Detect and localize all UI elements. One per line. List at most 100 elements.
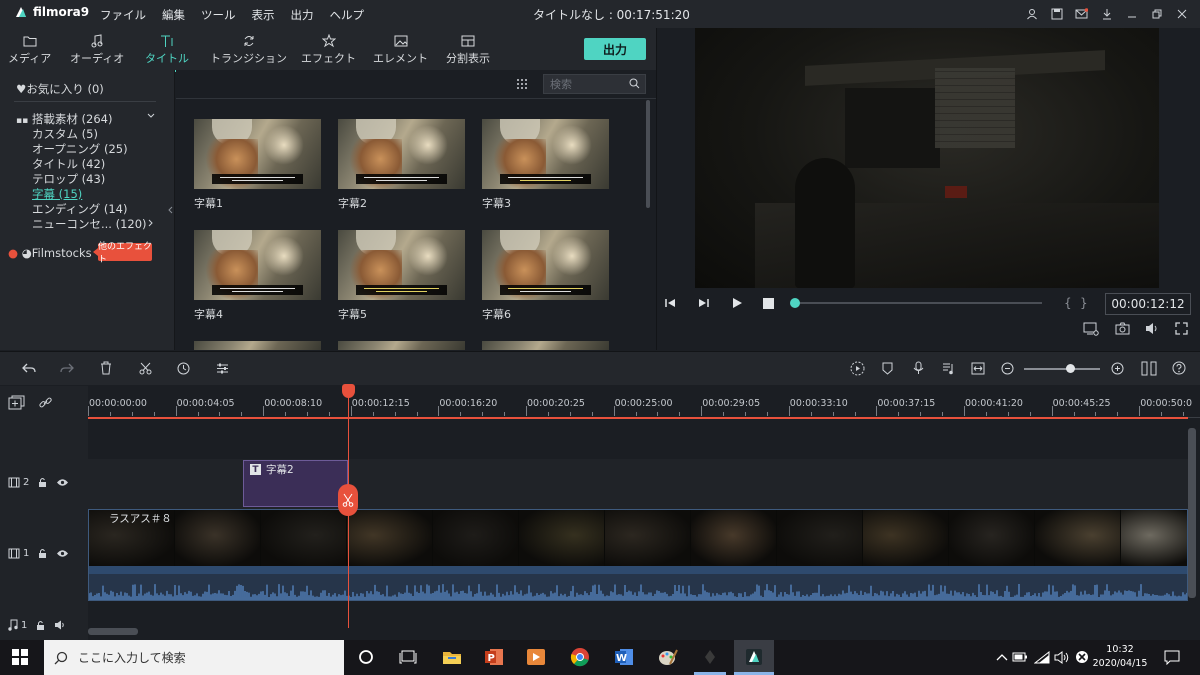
play-icon[interactable] xyxy=(731,297,743,309)
menu-help[interactable]: ヘルプ xyxy=(330,7,365,23)
render-preview-icon[interactable] xyxy=(850,361,865,376)
preview-seek-handle[interactable] xyxy=(790,298,800,308)
thumbnail-subtitle-3[interactable] xyxy=(482,119,609,189)
add-track-icon[interactable] xyxy=(8,395,25,410)
sidebar-item-ending[interactable]: エンディング (14) xyxy=(32,201,127,217)
task-view-icon[interactable] xyxy=(396,646,420,668)
speaker-icon[interactable] xyxy=(54,620,66,630)
mark-out-icon[interactable]: } xyxy=(1080,296,1088,310)
zoom-in-icon[interactable] xyxy=(1111,362,1124,375)
timeline-vertical-scrollbar[interactable] xyxy=(1188,428,1196,598)
chevron-right-icon[interactable] xyxy=(146,218,156,228)
menu-export[interactable]: 出力 xyxy=(291,7,314,23)
powerpoint-icon[interactable]: P xyxy=(482,646,506,668)
sidebar-item-new-concept[interactable]: ニューコンセ... (120) xyxy=(32,216,147,232)
zoom-slider-handle[interactable] xyxy=(1066,364,1075,373)
zoom-out-icon[interactable] xyxy=(1001,362,1014,375)
thumbnail-subtitle-6[interactable] xyxy=(482,230,609,300)
tab-media[interactable]: メディア xyxy=(8,32,51,66)
sidebar-item-subtitles[interactable]: 字幕 (15) xyxy=(32,186,82,202)
close-icon[interactable] xyxy=(1169,4,1194,24)
mail-icon[interactable] xyxy=(1069,4,1094,24)
step-back-icon[interactable] xyxy=(664,297,676,309)
split-scissors-icon[interactable] xyxy=(338,484,358,516)
sidebar-builtin[interactable]: ▪▪ 搭載素材 (264) xyxy=(16,111,112,127)
thumbnail-subtitle-2[interactable] xyxy=(338,119,465,189)
step-forward-icon[interactable] xyxy=(698,297,710,309)
grid-view-icon[interactable] xyxy=(516,78,528,90)
more-effects-badge[interactable]: 他のエフェクト xyxy=(93,242,152,265)
search-icon[interactable] xyxy=(629,78,640,89)
thumbnail-subtitle-1[interactable] xyxy=(194,119,321,189)
tab-audio[interactable]: オーディオ xyxy=(70,32,124,66)
battery-icon[interactable] xyxy=(1008,646,1032,668)
zoom-slider[interactable] xyxy=(1024,368,1100,370)
timeline-horizontal-scrollbar[interactable] xyxy=(88,628,138,635)
undo-icon[interactable] xyxy=(22,362,36,374)
cut-icon[interactable] xyxy=(139,362,152,375)
tab-transitions[interactable]: トランジション xyxy=(210,32,287,66)
menu-view[interactable]: 表示 xyxy=(252,7,275,23)
playhead-handle[interactable] xyxy=(342,384,355,398)
delete-icon[interactable] xyxy=(100,361,112,375)
title-clip[interactable]: T 字幕2 xyxy=(243,460,348,507)
speed-clock-icon[interactable] xyxy=(177,362,190,375)
sidebar-favorites[interactable]: ♥お気に入り (0) xyxy=(16,81,104,97)
tab-split-screen[interactable]: 分割表示 xyxy=(446,32,490,66)
cortana-icon[interactable] xyxy=(354,646,378,668)
sidebar-item-title[interactable]: タイトル (42) xyxy=(32,156,105,172)
sidebar-item-opening[interactable]: オープニング (25) xyxy=(32,141,128,157)
tab-effects[interactable]: エフェクト xyxy=(301,32,356,66)
marker-icon[interactable] xyxy=(882,362,893,375)
taskbar-clock[interactable]: 10:32 2020/04/15 xyxy=(1090,643,1150,671)
file-explorer-icon[interactable] xyxy=(440,646,464,668)
export-button[interactable]: 出力 xyxy=(584,38,646,60)
fit-timeline-icon[interactable] xyxy=(971,362,985,375)
sidebar-filmstocks[interactable]: ● ◕Filmstocks xyxy=(8,246,92,260)
display-settings-icon[interactable] xyxy=(1083,322,1099,336)
thumbnail-subtitle-5[interactable] xyxy=(338,230,465,300)
download-icon[interactable] xyxy=(1094,4,1119,24)
save-icon[interactable] xyxy=(1044,4,1069,24)
sidebar-item-telop[interactable]: テロップ (43) xyxy=(32,171,105,187)
chevron-down-icon[interactable] xyxy=(146,111,156,121)
redo-icon[interactable] xyxy=(60,362,74,374)
eye-icon[interactable] xyxy=(56,549,69,558)
collapse-arrow-icon[interactable] xyxy=(168,206,173,214)
lock-icon[interactable] xyxy=(38,548,47,559)
word-icon[interactable]: W xyxy=(612,646,636,668)
video-player-icon[interactable] xyxy=(524,646,548,668)
microphone-icon[interactable] xyxy=(913,361,924,375)
help-icon[interactable] xyxy=(1172,361,1186,375)
filmora-taskbar-icon[interactable] xyxy=(742,646,766,668)
menu-edit[interactable]: 編集 xyxy=(162,7,185,23)
thumbnail-subtitle-4[interactable] xyxy=(194,230,321,300)
adjust-icon[interactable] xyxy=(216,362,229,375)
mark-in-icon[interactable]: { xyxy=(1064,296,1072,310)
audio-mixer-icon[interactable] xyxy=(942,362,955,375)
pause-bars-icon[interactable] xyxy=(1141,361,1157,376)
paint-icon[interactable] xyxy=(656,646,680,668)
stop-icon[interactable] xyxy=(763,298,774,309)
windows-start-icon[interactable] xyxy=(8,646,32,668)
taskbar-search-input[interactable]: ここに入力して検索 xyxy=(44,640,344,675)
search-input[interactable]: 検索 xyxy=(543,74,646,94)
lock-icon[interactable] xyxy=(38,477,47,488)
eye-icon[interactable] xyxy=(56,478,69,487)
menu-file[interactable]: ファイル xyxy=(100,7,146,23)
library-scrollbar[interactable] xyxy=(646,100,650,208)
lock-icon[interactable] xyxy=(36,620,45,631)
menu-tools[interactable]: ツール xyxy=(201,7,236,23)
link-icon[interactable] xyxy=(39,396,52,409)
tab-elements[interactable]: エレメント xyxy=(373,32,428,66)
tab-titles[interactable]: タイトル xyxy=(141,32,193,72)
video-clip[interactable]: ラスアス＃８ xyxy=(88,509,1188,601)
restore-icon[interactable] xyxy=(1144,4,1169,24)
preview-seek-bar[interactable] xyxy=(792,302,1042,304)
sidebar-item-custom[interactable]: カスタム (5) xyxy=(32,126,98,142)
volume-icon[interactable] xyxy=(1145,322,1160,335)
chrome-icon[interactable] xyxy=(568,646,592,668)
minimize-icon[interactable] xyxy=(1119,4,1144,24)
notification-icon[interactable] xyxy=(1160,646,1184,668)
snapshot-icon[interactable] xyxy=(1115,322,1130,335)
